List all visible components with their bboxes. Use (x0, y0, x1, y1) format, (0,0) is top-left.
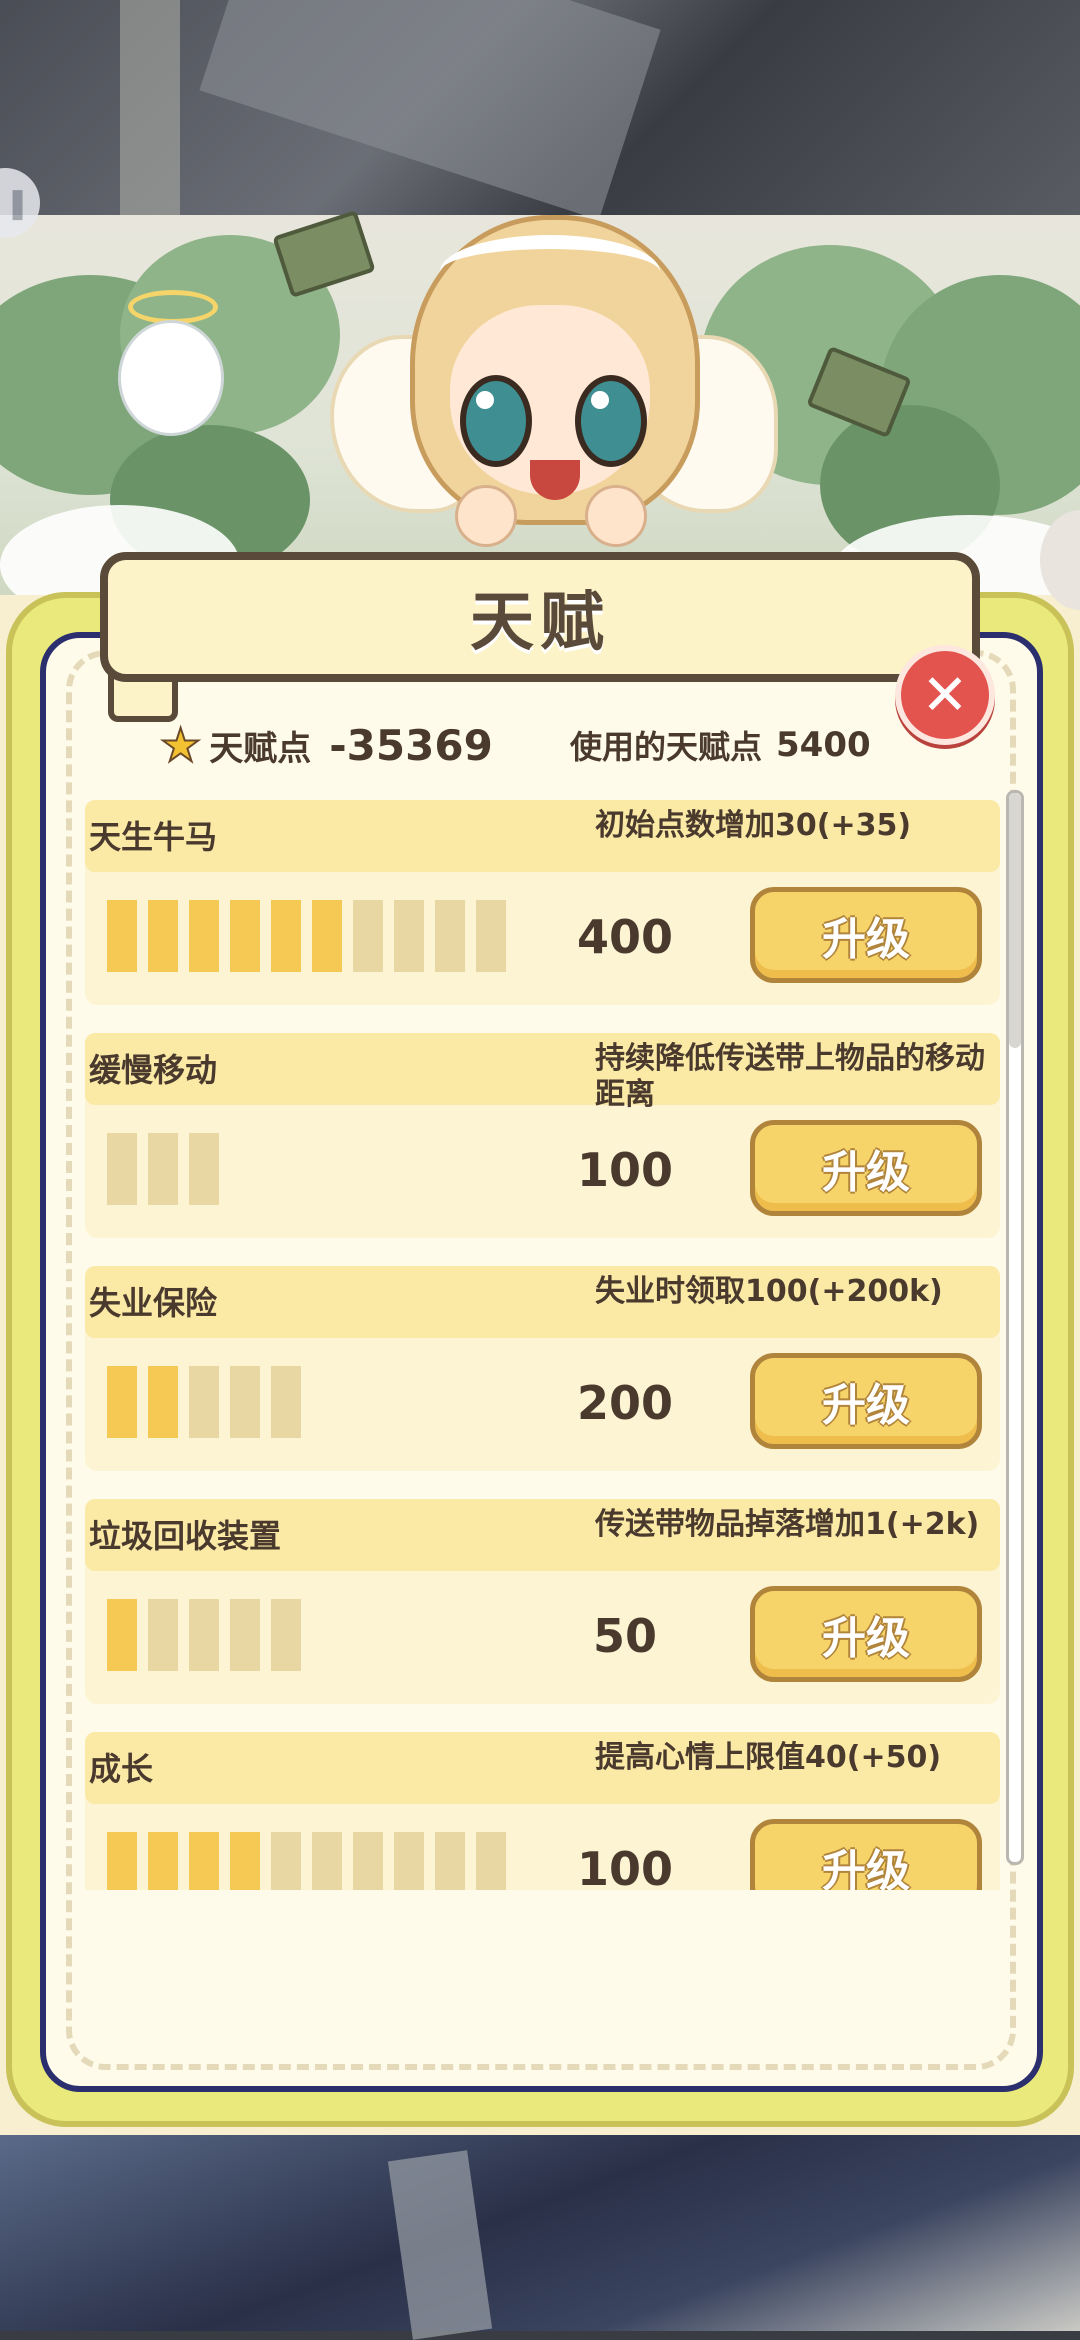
level-bar-filled (230, 900, 260, 972)
talent-description: 持续降低传送带上物品的移动距离 (595, 1041, 985, 1112)
level-bar-empty (148, 1599, 178, 1671)
level-bar-filled (189, 900, 219, 972)
level-bar-empty (353, 1832, 383, 1890)
level-bar-empty (230, 1599, 260, 1671)
level-bar-empty (189, 1366, 219, 1438)
level-bars (107, 1599, 301, 1671)
level-bar-empty (271, 1832, 301, 1890)
level-bar-empty (189, 1133, 219, 1205)
level-bar-filled (148, 1366, 178, 1438)
level-bar-empty (353, 900, 383, 972)
level-bars (107, 900, 506, 972)
talent-name: 天生牛马 (89, 818, 218, 856)
level-bar-filled (148, 1832, 178, 1890)
talent-points-value: -35369 (329, 720, 493, 770)
level-bar-empty (394, 1832, 424, 1890)
talent-list[interactable]: 天生牛马 初始点数增加30(+35) 400 升级 缓慢移动 持续降低传送带上物… (85, 800, 1000, 1890)
star-icon: ★ (159, 717, 202, 773)
talent-row: 垃圾回收装置 传送带物品掉落增加1(+2k) 50 升级 (85, 1499, 1000, 1704)
talent-description: 提高心情上限值40(+50) (595, 1740, 942, 1775)
talent-description: 初始点数增加30(+35) (595, 808, 912, 843)
level-bar-empty (394, 900, 424, 972)
upgrade-button[interactable]: 升级 (750, 1120, 982, 1216)
upgrade-button-label: 升级 (822, 1147, 910, 1198)
upgrade-button-label: 升级 (822, 914, 910, 965)
level-bar-filled (271, 900, 301, 972)
used-points-display: 使用的天赋点 5400 (570, 720, 871, 770)
upgrade-button-label: 升级 (822, 1380, 910, 1431)
level-bar-filled (230, 1832, 260, 1890)
title-banner: 天赋 (100, 552, 980, 682)
angel-girl-character (330, 215, 778, 555)
level-bar-filled (148, 900, 178, 972)
upgrade-cost: 400 (576, 910, 674, 964)
level-bar-filled (107, 1366, 137, 1438)
talent-name: 失业保险 (89, 1284, 218, 1322)
level-bar-filled (107, 1599, 137, 1671)
talent-points-label: 天赋点 (209, 728, 312, 769)
talent-row: 成长 提高心情上限值40(+50) 100 升级 (85, 1732, 1000, 1890)
level-bars (107, 1832, 506, 1890)
level-bar-empty (271, 1599, 301, 1671)
scrollbar-thumb[interactable] (1009, 793, 1021, 1048)
close-button[interactable]: ✕ (895, 645, 995, 745)
used-points-value: 5400 (776, 725, 871, 765)
upgrade-button[interactable]: 升级 (750, 1353, 982, 1449)
talent-name: 成长 (89, 1750, 154, 1788)
level-bar-empty (435, 900, 465, 972)
talent-row: 失业保险 失业时领取100(+200k) 200 升级 (85, 1266, 1000, 1471)
close-icon: ✕ (921, 662, 969, 728)
level-bar-filled (312, 900, 342, 972)
level-bar-empty (107, 1133, 137, 1205)
upgrade-button[interactable]: 升级 (750, 1819, 982, 1890)
background-bottom (0, 2135, 1080, 2340)
talent-row: 缓慢移动 持续降低传送带上物品的移动距离 100 升级 (85, 1033, 1000, 1238)
level-bar-empty (148, 1133, 178, 1205)
level-bar-filled (107, 1832, 137, 1890)
level-bar-filled (107, 900, 137, 972)
level-bars (107, 1366, 301, 1438)
panel-title: 天赋 (470, 586, 610, 660)
list-scrollbar[interactable] (1006, 790, 1024, 1865)
upgrade-button-label: 升级 (822, 1613, 910, 1664)
talent-description: 失业时领取100(+200k) (595, 1274, 943, 1309)
level-bar-empty (476, 1832, 506, 1890)
upgrade-button[interactable]: 升级 (750, 1586, 982, 1682)
background-top (0, 0, 1080, 220)
talent-row: 天生牛马 初始点数增加30(+35) 400 升级 (85, 800, 1000, 1005)
level-bar-empty (312, 1832, 342, 1890)
level-bar-empty (435, 1832, 465, 1890)
talent-description: 传送带物品掉落增加1(+2k) (595, 1507, 980, 1542)
level-bar-empty (271, 1366, 301, 1438)
talent-name: 垃圾回收装置 (89, 1517, 282, 1555)
upgrade-cost: 100 (576, 1143, 674, 1197)
talent-name: 缓慢移动 (89, 1051, 218, 1089)
level-bar-empty (189, 1599, 219, 1671)
level-bars (107, 1133, 219, 1205)
upgrade-cost: 100 (576, 1842, 674, 1890)
upgrade-cost: 50 (592, 1609, 657, 1663)
upgrade-button-label: 升级 (822, 1846, 910, 1890)
used-points-label: 使用的天赋点 (570, 728, 763, 766)
upgrade-button[interactable]: 升级 (750, 887, 982, 983)
angel-mascot (88, 290, 248, 480)
level-bar-empty (476, 900, 506, 972)
talent-points-display: ★ 天赋点 -35369 (159, 715, 493, 775)
upgrade-cost: 200 (576, 1376, 674, 1430)
level-bar-filled (189, 1832, 219, 1890)
level-bar-empty (230, 1366, 260, 1438)
